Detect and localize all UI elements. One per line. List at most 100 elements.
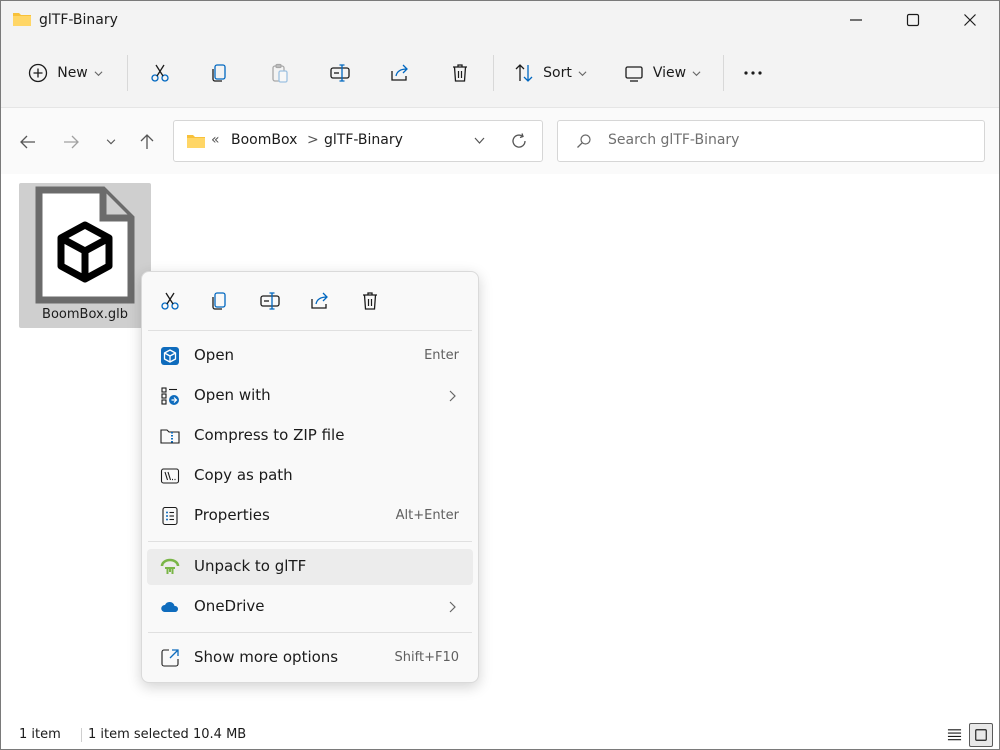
share-button[interactable]	[383, 56, 417, 90]
menu-label: Properties	[194, 506, 270, 524]
properties-icon	[162, 506, 178, 526]
view-button[interactable]: View	[617, 56, 707, 90]
toolbar-divider	[493, 55, 494, 91]
address-bar[interactable]: « BoomBox > glTF-Binary	[173, 120, 543, 162]
recent-locations-button[interactable]	[97, 128, 125, 156]
rename-button[interactable]	[323, 56, 357, 90]
close-button[interactable]	[947, 1, 993, 39]
view-label: View	[652, 65, 687, 81]
menu-item-copy-as-path[interactable]: Copy as path	[147, 458, 473, 494]
trash-icon	[453, 64, 467, 82]
chevron-right-icon	[449, 390, 456, 402]
chevron-right-icon	[449, 601, 456, 613]
menu-item-open-with[interactable]: Open with	[147, 378, 473, 414]
item-count: 1 item	[19, 727, 61, 742]
minimize-button[interactable]	[833, 1, 879, 39]
show-more-icon	[161, 649, 179, 667]
3d-viewer-icon	[161, 347, 179, 365]
status-divider	[81, 728, 82, 742]
delete-button[interactable]	[443, 56, 477, 90]
forward-button[interactable]	[57, 128, 85, 156]
copy-icon	[212, 64, 226, 82]
selection-count: 1 item selected	[88, 727, 189, 742]
back-button[interactable]	[14, 128, 42, 156]
zip-icon	[160, 429, 180, 444]
selection-size: 10.4 MB	[193, 727, 247, 742]
menu-item-compress-zip[interactable]: Compress to ZIP file	[147, 418, 473, 454]
list-view-icon	[947, 728, 961, 740]
file-item-boombox[interactable]: BoomBox.glb	[19, 183, 151, 328]
copy-path-icon	[160, 468, 180, 484]
window-title: glTF-Binary	[39, 12, 118, 28]
toolbar-divider	[127, 55, 128, 91]
plus-circle-icon	[29, 63, 48, 83]
arrow-left-icon	[20, 135, 35, 149]
copy-icon	[212, 292, 226, 310]
more-icon	[744, 71, 762, 75]
minimize-icon	[850, 19, 862, 21]
tiles-view-icon	[975, 729, 987, 741]
menu-label: Copy as path	[194, 466, 293, 484]
more-options-button[interactable]	[735, 56, 771, 90]
status-bar: 1 item 1 item selected 10.4 MB	[1, 720, 999, 749]
breadcrumb-overflow[interactable]: «	[211, 132, 220, 148]
chevron-down-icon	[94, 70, 103, 76]
up-button[interactable]	[133, 128, 161, 156]
paste-button[interactable]	[263, 56, 297, 90]
gltf-icon	[160, 558, 180, 574]
menu-label: Unpack to glTF	[194, 557, 307, 575]
title-bar: glTF-Binary	[1, 1, 999, 39]
arrow-right-icon	[64, 135, 79, 149]
scissors-icon	[151, 64, 169, 82]
ctx-share-button[interactable]	[305, 286, 335, 316]
scissors-icon	[161, 292, 179, 310]
close-icon	[964, 14, 976, 26]
chevron-down-icon	[106, 139, 116, 145]
menu-shortcut: Enter	[424, 348, 459, 363]
menu-divider	[148, 632, 472, 633]
menu-item-properties[interactable]: Properties Alt+Enter	[147, 498, 473, 534]
chevron-down-icon	[692, 70, 701, 76]
breadcrumb-gltf-binary[interactable]: glTF-Binary	[324, 132, 403, 148]
cut-button[interactable]	[143, 56, 177, 90]
maximize-icon	[906, 13, 920, 27]
details-view-button[interactable]	[943, 723, 965, 745]
search-icon	[577, 134, 591, 148]
breadcrumb-separator: >	[307, 132, 319, 148]
menu-label: Compress to ZIP file	[194, 426, 345, 444]
file-name: BoomBox.glb	[42, 307, 128, 322]
breadcrumb-boombox[interactable]: BoomBox	[231, 132, 297, 148]
menu-item-show-more-options[interactable]: Show more options Shift+F10	[147, 640, 473, 676]
monitor-icon	[625, 66, 643, 82]
menu-item-unpack-gltf[interactable]: Unpack to glTF	[147, 549, 473, 585]
toolbar-divider	[723, 55, 724, 91]
menu-label: OneDrive	[194, 597, 265, 615]
ctx-cut-button[interactable]	[155, 286, 185, 316]
ctx-rename-button[interactable]	[255, 286, 285, 316]
menu-item-open[interactable]: Open Enter	[147, 338, 473, 374]
sort-button[interactable]: Sort	[507, 56, 593, 90]
menu-label: Open with	[194, 386, 271, 404]
menu-item-onedrive[interactable]: OneDrive	[147, 589, 473, 625]
tiles-view-button[interactable]	[969, 723, 993, 747]
menu-label: Open	[194, 346, 235, 364]
context-menu: Open Enter Open with Compress to ZIP fil…	[141, 271, 479, 683]
menu-divider	[148, 541, 472, 542]
rename-icon	[330, 64, 350, 82]
sort-label: Sort	[543, 65, 572, 81]
refresh-icon[interactable]	[510, 132, 528, 150]
arrow-up-icon	[140, 134, 154, 149]
share-icon	[311, 292, 328, 309]
new-button[interactable]: New	[19, 56, 111, 90]
ctx-copy-button[interactable]	[205, 286, 235, 316]
menu-label: Show more options	[194, 648, 339, 666]
copy-button[interactable]	[203, 56, 237, 90]
command-bar: New Sort View	[1, 39, 999, 107]
search-box[interactable]: Search glTF-Binary	[557, 120, 985, 162]
menu-divider	[148, 330, 472, 331]
maximize-button[interactable]	[890, 1, 936, 39]
open-with-icon	[161, 387, 179, 405]
chevron-down-icon[interactable]	[474, 137, 485, 145]
ctx-delete-button[interactable]	[355, 286, 385, 316]
menu-shortcut: Shift+F10	[394, 650, 459, 665]
